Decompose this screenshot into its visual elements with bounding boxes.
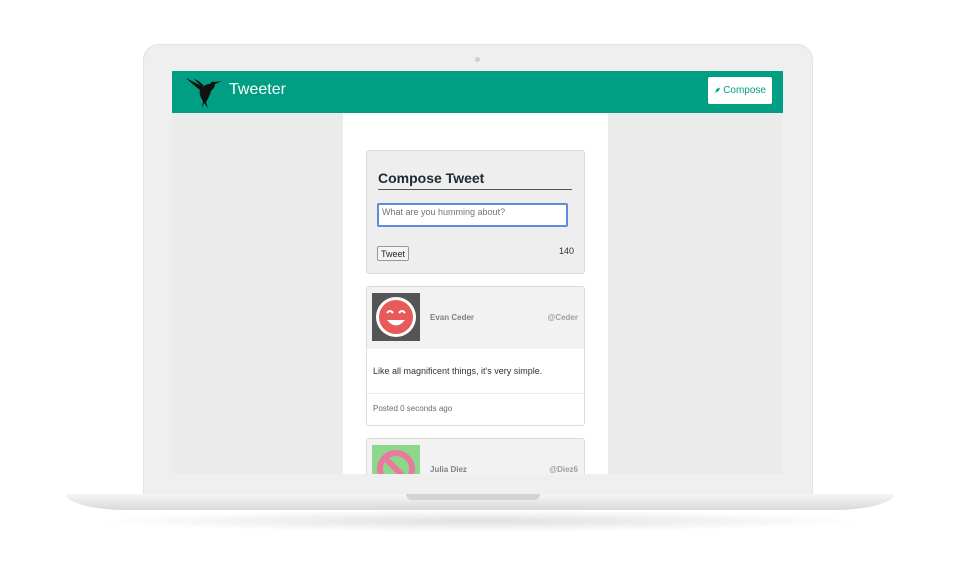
compose-tweet-card: Compose Tweet Tweet 140	[366, 150, 585, 274]
tweet-card: Evan Ceder @Ceder Like all magnificent t…	[366, 286, 585, 426]
compose-button-label: Compose	[723, 85, 766, 96]
compose-title: Compose Tweet	[378, 170, 572, 190]
app-title[interactable]: Tweeter	[229, 81, 286, 99]
laptop-notch	[406, 494, 540, 500]
navbar: Tweeter Compose	[172, 71, 783, 113]
tweet-divider	[367, 393, 584, 394]
feather-icon	[714, 87, 720, 94]
tweet-input[interactable]	[377, 203, 568, 227]
tweet-button[interactable]: Tweet	[377, 246, 409, 261]
tweet-author-handle[interactable]: @Diez6	[549, 465, 578, 474]
laptop-shadow	[90, 510, 870, 532]
tweet-header: Evan Ceder @Ceder	[367, 287, 584, 349]
tweet-card: Julia Diez @Diez6	[366, 438, 585, 474]
tweet-text: Like all magnificent things, it's very s…	[373, 366, 543, 376]
compose-button[interactable]: Compose	[708, 77, 772, 104]
smiley-face-avatar-icon[interactable]	[372, 293, 420, 341]
hummingbird-logo-icon[interactable]	[184, 75, 224, 109]
char-counter: 140	[558, 246, 574, 256]
no-symbol-avatar-icon[interactable]	[372, 445, 420, 474]
tweet-timestamp: Posted 0 seconds ago	[373, 404, 453, 413]
tweet-author-name[interactable]: Julia Diez	[430, 465, 467, 474]
webcam	[475, 57, 480, 62]
app-screen: Tweeter Compose Compose Tweet Tweet 140	[172, 71, 783, 474]
tweet-author-name[interactable]: Evan Ceder	[430, 313, 474, 322]
tweet-header: Julia Diez @Diez6	[367, 439, 584, 474]
main-column: Compose Tweet Tweet 140 Evan Ceder @Cede…	[343, 113, 608, 474]
tweet-author-handle[interactable]: @Ceder	[548, 313, 578, 322]
